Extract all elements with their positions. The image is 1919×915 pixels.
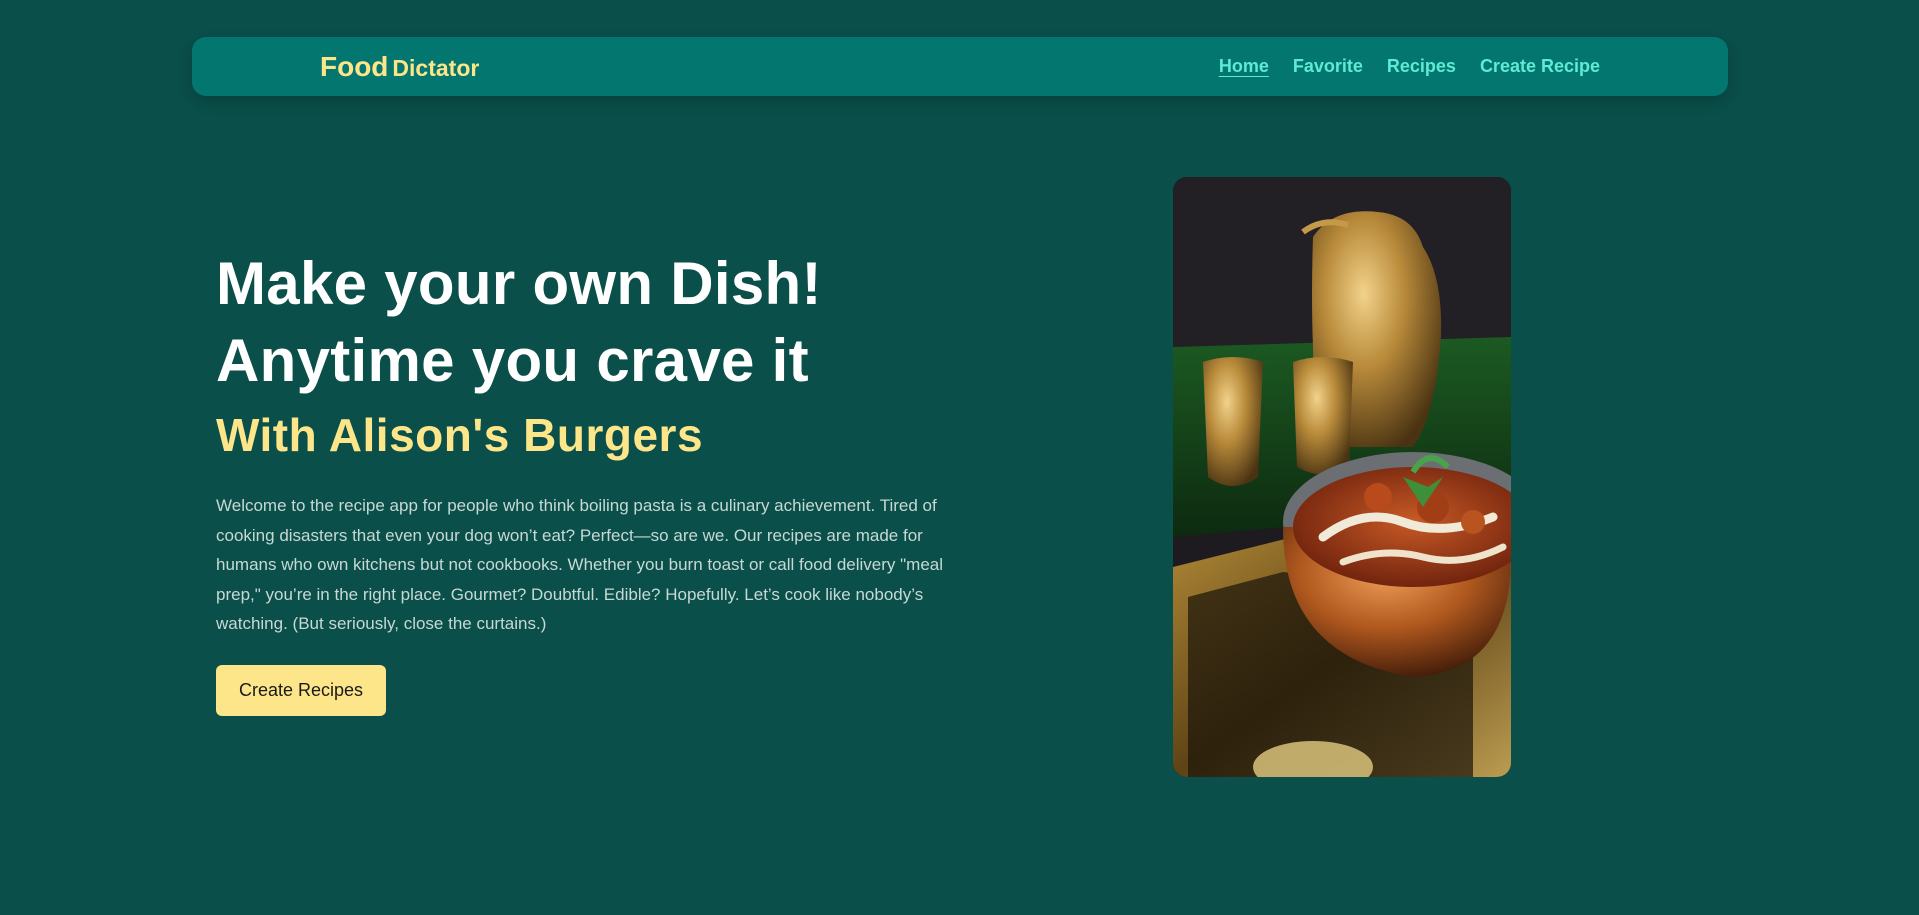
nav-link-home[interactable]: Home <box>1219 56 1269 77</box>
logo-sub: Dictator <box>392 55 480 81</box>
hero-description: Welcome to the recipe app for people who… <box>216 496 944 633</box>
logo[interactable]: Food Dictator <box>320 51 479 83</box>
hero-title-line2: Anytime you crave it <box>216 327 809 394</box>
curry-dish-photo <box>1173 177 1511 777</box>
nav-links: Home Favorite Recipes Create Recipe <box>1219 56 1600 77</box>
hero-title-line1: Make your own Dish! <box>216 250 822 317</box>
create-recipes-button[interactable]: Create Recipes <box>216 664 387 716</box>
hero-title: Make your own Dish! Anytime you crave it <box>216 245 956 399</box>
nav-link-create-recipe[interactable]: Create Recipe <box>1480 56 1600 77</box>
hero-image <box>1173 177 1511 777</box>
logo-main: Food <box>320 51 389 82</box>
navbar: Food Dictator Home Favorite Recipes Creat… <box>192 37 1728 96</box>
nav-link-favorite[interactable]: Favorite <box>1293 56 1363 77</box>
nav-link-recipes[interactable]: Recipes <box>1387 56 1456 77</box>
hero-subtitle: With Alison's Burgers <box>216 409 704 461</box>
hero-section: Make your own Dish! Anytime you crave it… <box>216 245 956 716</box>
